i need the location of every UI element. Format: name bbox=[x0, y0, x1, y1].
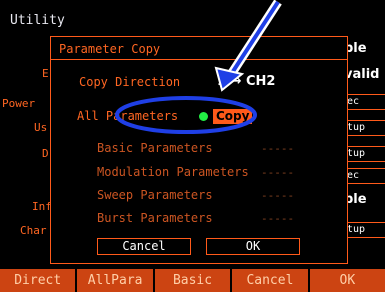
highlight-ellipse bbox=[115, 96, 257, 134]
annotation-overlay bbox=[115, 0, 282, 134]
instrument-screen: Utility E Power Us D Inf Char ble valid … bbox=[0, 0, 385, 292]
annotation-arrow-icon bbox=[214, 0, 282, 92]
